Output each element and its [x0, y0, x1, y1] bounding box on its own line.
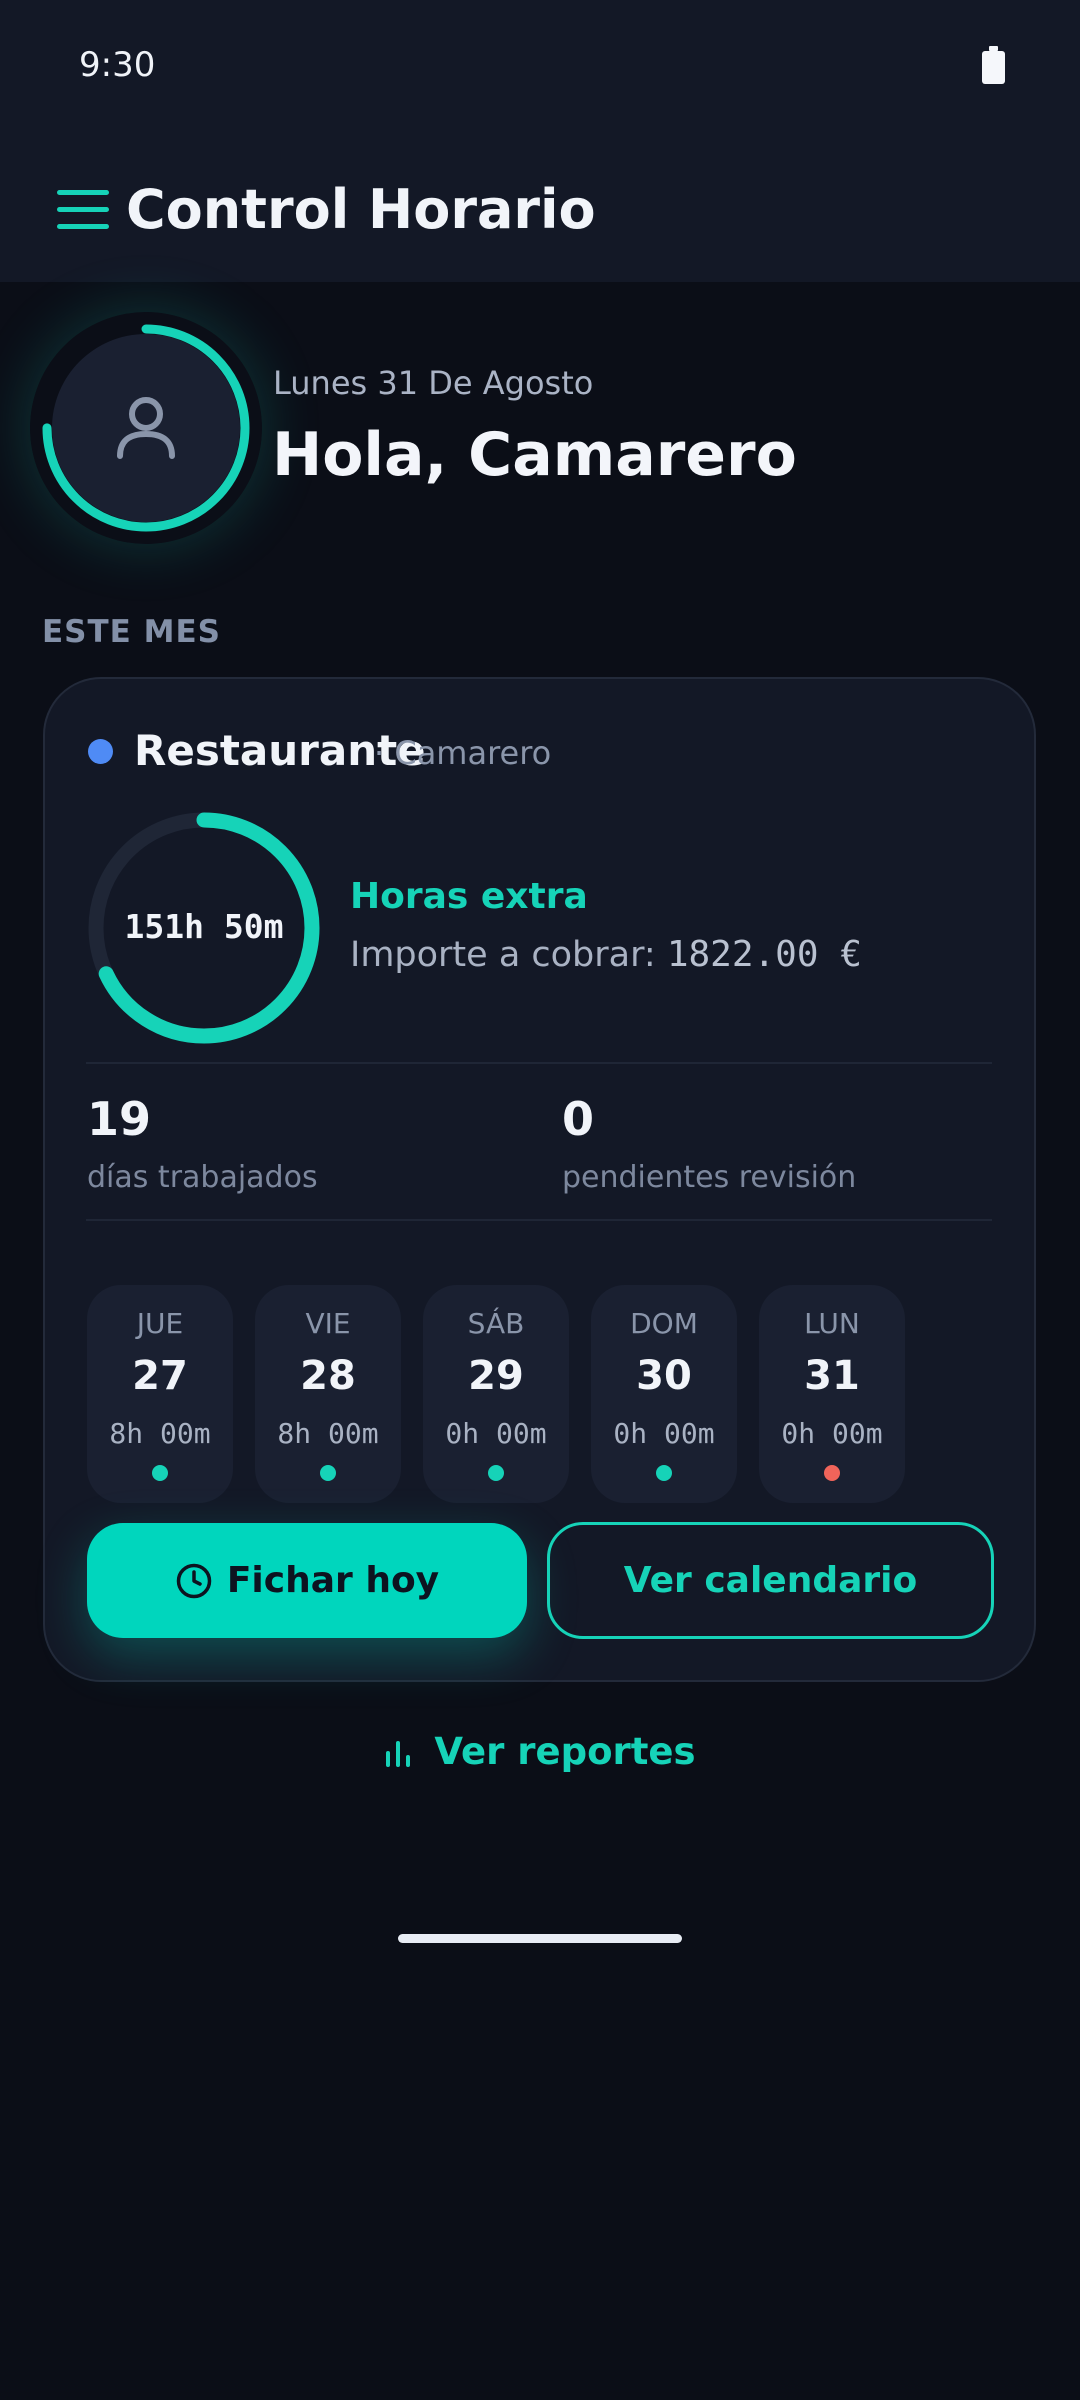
- day-chip-1[interactable]: VIE 28 8h 00m: [255, 1285, 401, 1503]
- status-time: 9:30: [79, 45, 156, 85]
- day-name: JUE: [136, 1307, 184, 1340]
- section-label: ESTE MES: [42, 614, 221, 650]
- day-date: 31: [804, 1353, 860, 1399]
- company-dot: [88, 739, 113, 764]
- greeting-date: Lunes 31 De Agosto: [273, 364, 594, 402]
- day-hours: 8h 00m: [277, 1417, 379, 1450]
- day-name: VIE: [305, 1307, 351, 1340]
- day-status-dot: [152, 1465, 168, 1481]
- divider: [86, 1062, 992, 1064]
- day-status-dot: [320, 1465, 336, 1481]
- reports-link[interactable]: Ver reportes: [0, 1730, 1080, 1773]
- day-name: DOM: [630, 1307, 698, 1340]
- hamburger-icon[interactable]: [57, 190, 109, 230]
- day-chip-2[interactable]: SÁB 29 0h 00m: [423, 1285, 569, 1503]
- view-calendar-label: Ver calendario: [623, 1560, 918, 1601]
- extra-hours-title: Horas extra: [350, 876, 588, 917]
- day-name: LUN: [804, 1307, 860, 1340]
- day-hours: 0h 00m: [445, 1417, 547, 1450]
- clock-in-button[interactable]: Fichar hoy: [87, 1523, 527, 1638]
- day-chip-3[interactable]: DOM 30 0h 00m: [591, 1285, 737, 1503]
- top-bar: 9:30 Control Horario: [0, 0, 1080, 282]
- reports-label: Ver reportes: [434, 1730, 696, 1773]
- avatar[interactable]: [40, 322, 252, 534]
- bar-chart-icon: [386, 1740, 411, 1767]
- day-date: 29: [468, 1353, 524, 1399]
- day-hours: 0h 00m: [613, 1417, 715, 1450]
- amount-label: Importe a cobrar:: [350, 935, 656, 975]
- pending-review-label: pendientes revisión: [562, 1160, 857, 1195]
- view-calendar-button[interactable]: Ver calendario: [547, 1522, 994, 1639]
- total-hours: 151h 50m: [124, 907, 284, 946]
- app-title: Control Horario: [126, 178, 596, 241]
- divider: [86, 1219, 992, 1221]
- day-chip-0[interactable]: JUE 27 8h 00m: [87, 1285, 233, 1503]
- day-date: 27: [132, 1353, 188, 1399]
- amount-value: 1822.00 €: [666, 934, 862, 975]
- day-hours: 0h 00m: [781, 1417, 883, 1450]
- day-chip-4[interactable]: LUN 31 0h 00m: [759, 1285, 905, 1503]
- day-status-dot: [488, 1465, 504, 1481]
- day-date: 30: [636, 1353, 692, 1399]
- greeting-title: Hola, Camarero: [272, 420, 797, 490]
- company-role: · Camarero: [374, 734, 552, 772]
- days-worked-label: días trabajados: [87, 1160, 318, 1195]
- clock-icon: [176, 1563, 212, 1598]
- amount-line: Importe a cobrar: 1822.00 €: [350, 934, 862, 975]
- pending-review-value: 0: [562, 1092, 595, 1146]
- day-hours: 8h 00m: [109, 1417, 211, 1450]
- days-worked-value: 19: [87, 1092, 152, 1146]
- day-name: SÁB: [467, 1307, 525, 1340]
- battery-icon: [982, 46, 1005, 84]
- day-date: 28: [300, 1353, 356, 1399]
- clock-in-label: Fichar hoy: [226, 1560, 440, 1601]
- day-status-dot: [824, 1465, 840, 1481]
- day-status-dot: [656, 1465, 672, 1481]
- home-indicator[interactable]: [398, 1934, 682, 1943]
